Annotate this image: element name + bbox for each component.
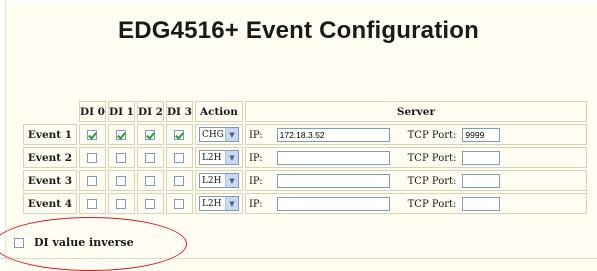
event2-di1-cell bbox=[107, 147, 135, 168]
header-row: DI 0 DI 1 DI 2 DI 3 Action Server bbox=[23, 101, 587, 122]
event1-server-cell: IP: 172.18.3.52 TCP Port: 9999 bbox=[244, 124, 587, 145]
event3-di3-cell bbox=[165, 170, 193, 191]
event2-port-input[interactable] bbox=[462, 150, 501, 165]
page-title: EDG4516+ Event Configuration bbox=[117, 17, 479, 44]
event3-server-cell: IP: TCP Port: bbox=[244, 170, 587, 191]
event1-di2-cell bbox=[136, 124, 164, 145]
event2-action-value: L2H bbox=[201, 152, 222, 163]
event-label: Event 3 bbox=[23, 170, 77, 191]
event1-di1-cell bbox=[107, 124, 135, 145]
col-header-action: Action bbox=[194, 101, 243, 122]
event2-di0-cell bbox=[79, 147, 106, 168]
event-row-4: Event 4 L2H ▼ IP: TCP Port: bbox=[23, 193, 587, 214]
event1-action-value: CHG bbox=[201, 129, 224, 140]
header-corner bbox=[23, 101, 77, 122]
tcp-port-label: TCP Port: bbox=[407, 175, 457, 187]
event-row-2: Event 2 L2H ▼ IP: TCP Port: bbox=[23, 147, 587, 168]
event4-di0-cell bbox=[79, 193, 106, 214]
event4-port-input[interactable] bbox=[462, 196, 501, 211]
chevron-down-icon[interactable]: ▼ bbox=[224, 151, 238, 164]
chevron-down-icon[interactable]: ▼ bbox=[224, 174, 238, 187]
event3-di0-cell bbox=[79, 170, 106, 191]
chevron-down-icon[interactable]: ▼ bbox=[224, 128, 238, 141]
event2-di3-checkbox[interactable] bbox=[174, 152, 185, 163]
ip-label: IP: bbox=[248, 175, 263, 187]
event4-ip-input[interactable] bbox=[276, 196, 390, 211]
chevron-down-icon[interactable]: ▼ bbox=[224, 197, 238, 210]
event2-action-select[interactable]: L2H ▼ bbox=[198, 150, 239, 165]
event2-action-cell: L2H ▼ bbox=[194, 147, 243, 168]
event4-di2-checkbox[interactable] bbox=[145, 198, 156, 209]
event-config-table: DI 0 DI 1 DI 2 DI 3 Action Server Event … bbox=[21, 99, 589, 216]
ip-label: IP: bbox=[248, 152, 263, 164]
event4-server-cell: IP: TCP Port: bbox=[244, 193, 587, 214]
event4-di1-checkbox[interactable] bbox=[116, 198, 127, 209]
col-header-di2: DI 2 bbox=[136, 101, 164, 122]
event1-di3-cell bbox=[165, 124, 193, 145]
event-label: Event 1 bbox=[23, 124, 77, 145]
event4-action-value: L2H bbox=[201, 198, 222, 209]
event1-action-select[interactable]: CHG ▼ bbox=[198, 127, 239, 142]
event3-action-value: L2H bbox=[201, 175, 222, 186]
ip-label: IP: bbox=[248, 198, 263, 210]
event4-di3-cell bbox=[165, 193, 193, 214]
event3-di0-checkbox[interactable] bbox=[87, 175, 98, 186]
event1-port-input[interactable]: 9999 bbox=[462, 127, 501, 142]
col-header-di3: DI 3 bbox=[165, 101, 193, 122]
event2-di1-checkbox[interactable] bbox=[116, 152, 127, 163]
event4-di1-cell bbox=[107, 193, 135, 214]
col-header-server: Server bbox=[244, 101, 587, 122]
event1-di1-checkbox[interactable] bbox=[116, 129, 127, 140]
event3-action-select[interactable]: L2H ▼ bbox=[198, 173, 239, 188]
event3-di2-checkbox[interactable] bbox=[145, 175, 156, 186]
event1-action-cell: CHG ▼ bbox=[194, 124, 243, 145]
event3-di3-checkbox[interactable] bbox=[174, 175, 185, 186]
ip-label: IP: bbox=[248, 129, 263, 141]
event4-di0-checkbox[interactable] bbox=[87, 198, 98, 209]
event1-ip-input[interactable]: 172.18.3.52 bbox=[276, 127, 390, 142]
event-row-3: Event 3 L2H ▼ IP: TCP Port: bbox=[23, 170, 587, 191]
event2-di3-cell bbox=[165, 147, 193, 168]
event4-action-cell: L2H ▼ bbox=[194, 193, 243, 214]
event2-di2-cell bbox=[136, 147, 164, 168]
event3-ip-input[interactable] bbox=[276, 173, 390, 188]
event-row-1: Event 1 CHG ▼ IP: 172.18.3.52 TCP Port: 999… bbox=[23, 124, 587, 145]
event2-server-cell: IP: TCP Port: bbox=[244, 147, 587, 168]
col-header-di0: DI 0 bbox=[79, 101, 106, 122]
tcp-port-label: TCP Port: bbox=[407, 152, 457, 164]
event1-di3-checkbox[interactable] bbox=[174, 129, 185, 140]
event3-di2-cell bbox=[136, 170, 164, 191]
event3-di1-cell bbox=[107, 170, 135, 191]
event4-di3-checkbox[interactable] bbox=[174, 198, 185, 209]
tcp-port-label: TCP Port: bbox=[407, 198, 457, 210]
col-header-di1: DI 1 bbox=[107, 101, 135, 122]
window-top-edge bbox=[0, 0, 597, 4]
event3-port-input[interactable] bbox=[462, 173, 501, 188]
event1-di2-checkbox[interactable] bbox=[145, 129, 156, 140]
event4-di2-cell bbox=[136, 193, 164, 214]
event4-action-select[interactable]: L2H ▼ bbox=[198, 196, 239, 211]
tcp-port-label: TCP Port: bbox=[407, 129, 457, 141]
event-label: Event 2 bbox=[23, 147, 77, 168]
event-label: Event 4 bbox=[23, 193, 77, 214]
event2-di2-checkbox[interactable] bbox=[145, 152, 156, 163]
event2-ip-input[interactable] bbox=[276, 150, 390, 165]
event1-di0-cell bbox=[79, 124, 106, 145]
event3-di1-checkbox[interactable] bbox=[116, 175, 127, 186]
event1-di0-checkbox[interactable] bbox=[87, 129, 98, 140]
event3-action-cell: L2H ▼ bbox=[194, 170, 243, 191]
event2-di0-checkbox[interactable] bbox=[87, 152, 98, 163]
